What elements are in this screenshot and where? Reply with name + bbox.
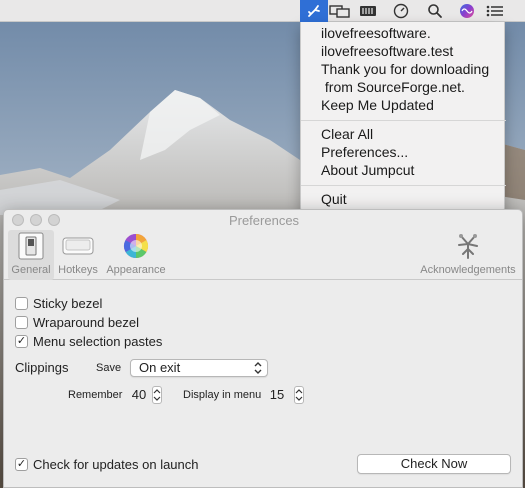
remember-value[interactable]: 40 xyxy=(130,387,148,402)
jumpcut-menu: ilovefreesoftware. ilovefreesoftware.tes… xyxy=(300,22,506,213)
tab-acknowledgements[interactable]: Acknowledgements xyxy=(418,230,518,280)
menu-selection-pastes-label: Menu selection pastes xyxy=(33,333,163,349)
sticky-bezel-option[interactable]: Sticky bezel xyxy=(15,295,102,311)
memory-icon[interactable] xyxy=(354,0,382,22)
wraparound-bezel-checkbox[interactable] xyxy=(15,315,28,329)
clipping-menu-item[interactable]: Thank you for downloading xyxy=(321,60,489,78)
siri-icon[interactable] xyxy=(453,0,481,22)
chevron-up-down-icon xyxy=(254,362,262,374)
preferences-menu-item[interactable]: Preferences... xyxy=(321,143,408,161)
clipping-menu-item[interactable]: ilovefreesoftware.test xyxy=(321,42,453,60)
display-in-menu-label: Display in menu xyxy=(183,389,262,401)
check-now-button[interactable]: Check Now xyxy=(357,454,511,474)
tab-appearance[interactable]: Appearance xyxy=(104,230,168,280)
check-updates-label: Check for updates on launch xyxy=(33,456,199,472)
stepper-arrows-icon xyxy=(153,389,161,401)
save-label: Save xyxy=(96,362,122,374)
tab-general[interactable]: General xyxy=(8,230,54,280)
menu-selection-pastes-option[interactable]: ✓ Menu selection pastes xyxy=(15,333,162,349)
clear-all-menu-item[interactable]: Clear All xyxy=(321,125,373,143)
clipping-menu-item[interactable]: ilovefreesoftware. xyxy=(321,24,431,42)
remember-stepper[interactable] xyxy=(152,386,162,404)
preferences-toolbar: General Hotkeys Appearance Acknowledgeme… xyxy=(4,230,522,280)
light-switch-icon xyxy=(11,230,51,262)
notification-center-icon[interactable] xyxy=(481,0,509,22)
save-select[interactable]: On exit xyxy=(130,359,268,377)
window-title: Preferences xyxy=(228,213,300,228)
check-updates-option[interactable]: ✓ Check for updates on launch xyxy=(15,456,199,472)
tab-general-label: General xyxy=(11,264,51,276)
display-in-menu-stepper[interactable] xyxy=(294,386,304,404)
clipping-menu-item[interactable]: Keep Me Updated xyxy=(321,96,434,114)
display-in-menu-value[interactable]: 15 xyxy=(268,387,286,402)
search-icon[interactable] xyxy=(421,0,449,22)
menu-selection-pastes-checkbox[interactable]: ✓ xyxy=(15,334,28,348)
about-menu-item[interactable]: About Jumpcut xyxy=(321,161,414,179)
acknowledgements-icon xyxy=(448,230,488,262)
clock-icon[interactable] xyxy=(387,0,415,22)
check-updates-checkbox[interactable]: ✓ xyxy=(15,457,28,471)
tab-acknowledgements-label: Acknowledgements xyxy=(420,264,516,276)
keyboard-key-icon xyxy=(58,230,98,262)
menu-separator xyxy=(301,185,506,186)
clipping-menu-item[interactable]: from SourceForge.net. xyxy=(321,78,465,96)
sticky-bezel-label: Sticky bezel xyxy=(33,295,103,311)
quit-menu-item[interactable]: Quit xyxy=(321,190,347,208)
preferences-window: Preferences General Hotkeys Appearance A… xyxy=(3,209,523,488)
wraparound-bezel-option[interactable]: Wraparound bezel xyxy=(15,314,139,330)
title-bar: Preferences xyxy=(4,210,522,230)
tab-hotkeys[interactable]: Hotkeys xyxy=(56,230,100,280)
sticky-bezel-checkbox[interactable] xyxy=(15,296,28,310)
color-wheel-icon xyxy=(116,230,156,262)
clippings-heading: Clippings xyxy=(15,360,69,375)
tab-hotkeys-label: Hotkeys xyxy=(58,264,98,276)
remember-label: Remember xyxy=(68,389,123,401)
jumpcut-icon[interactable] xyxy=(300,0,328,22)
menu-separator xyxy=(301,120,506,121)
menu-bar xyxy=(0,0,525,22)
stepper-arrows-icon xyxy=(295,389,303,401)
tab-appearance-label: Appearance xyxy=(106,264,166,276)
display-mirror-icon[interactable] xyxy=(326,0,354,22)
save-select-value: On exit xyxy=(139,360,181,375)
wraparound-bezel-label: Wraparound bezel xyxy=(33,314,139,330)
